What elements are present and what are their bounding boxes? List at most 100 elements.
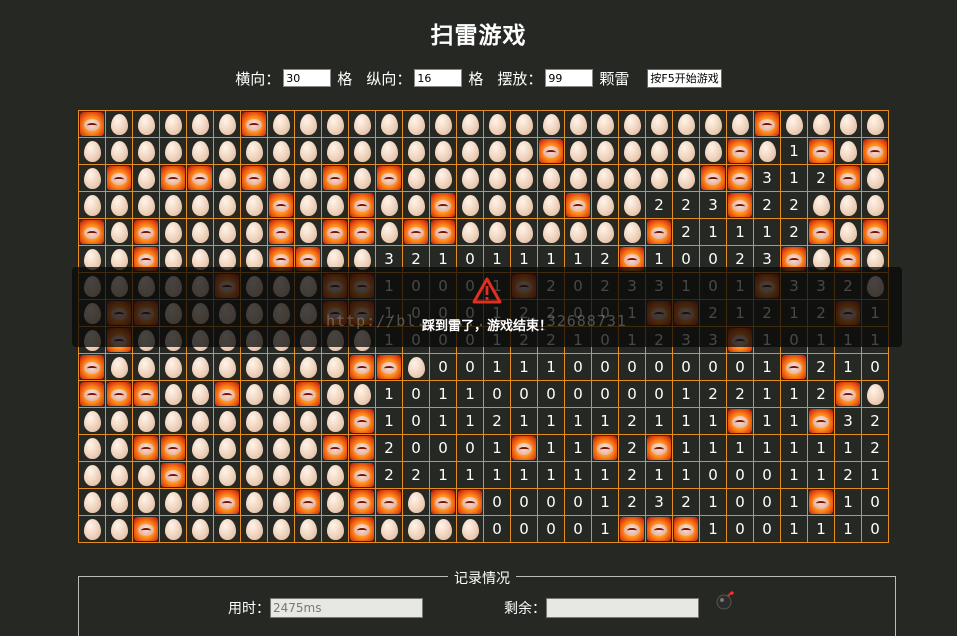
cell-unrevealed[interactable] — [241, 138, 267, 164]
cell-unrevealed[interactable] — [619, 138, 645, 164]
cell-unrevealed[interactable] — [295, 111, 321, 137]
cell-unrevealed[interactable] — [187, 111, 213, 137]
cell-unrevealed[interactable] — [619, 219, 645, 245]
cell-unrevealed[interactable] — [241, 192, 267, 218]
cell-unrevealed[interactable] — [214, 219, 240, 245]
cell-mine[interactable] — [187, 165, 213, 191]
cell-unrevealed[interactable] — [538, 111, 564, 137]
cell-unrevealed[interactable] — [403, 138, 429, 164]
cell-unrevealed[interactable] — [187, 219, 213, 245]
cell-mine[interactable] — [376, 354, 402, 380]
cell-unrevealed[interactable] — [727, 111, 753, 137]
cell-number[interactable]: 2 — [808, 381, 834, 407]
cell-unrevealed[interactable] — [106, 435, 132, 461]
cell-mine[interactable] — [160, 435, 186, 461]
cell-unrevealed[interactable] — [619, 111, 645, 137]
cell-mine[interactable] — [700, 165, 726, 191]
cell-mine[interactable] — [592, 435, 618, 461]
cell-number[interactable]: 0 — [484, 489, 510, 515]
cell-unrevealed[interactable] — [511, 111, 537, 137]
cell-unrevealed[interactable] — [835, 111, 861, 137]
cell-unrevealed[interactable] — [322, 408, 348, 434]
cell-unrevealed[interactable] — [565, 165, 591, 191]
cell-unrevealed[interactable] — [160, 354, 186, 380]
cell-mine[interactable] — [160, 462, 186, 488]
cell-number[interactable]: 1 — [538, 408, 564, 434]
cell-number[interactable]: 0 — [565, 381, 591, 407]
cell-unrevealed[interactable] — [268, 111, 294, 137]
cell-number[interactable]: 0 — [403, 381, 429, 407]
cell-unrevealed[interactable] — [160, 408, 186, 434]
cell-mine[interactable] — [430, 489, 456, 515]
cell-number[interactable]: 0 — [484, 381, 510, 407]
cell-unrevealed[interactable] — [268, 165, 294, 191]
cell-number[interactable]: 1 — [781, 408, 807, 434]
cell-number[interactable]: 0 — [511, 381, 537, 407]
cell-mine[interactable] — [862, 138, 888, 164]
remaining-field[interactable] — [546, 598, 699, 618]
cell-unrevealed[interactable] — [295, 219, 321, 245]
cell-unrevealed[interactable] — [187, 489, 213, 515]
cell-unrevealed[interactable] — [187, 408, 213, 434]
cell-mine[interactable] — [808, 489, 834, 515]
cell-mine[interactable] — [646, 435, 672, 461]
cell-mine[interactable] — [106, 165, 132, 191]
cell-unrevealed[interactable] — [349, 381, 375, 407]
cell-unrevealed[interactable] — [214, 192, 240, 218]
cell-number[interactable]: 1 — [862, 462, 888, 488]
cell-number[interactable]: 1 — [835, 489, 861, 515]
cell-number[interactable]: 2 — [673, 219, 699, 245]
cell-number[interactable]: 3 — [754, 165, 780, 191]
cell-mine[interactable] — [727, 192, 753, 218]
cell-unrevealed[interactable] — [214, 408, 240, 434]
cell-number[interactable]: 0 — [646, 381, 672, 407]
cell-number[interactable]: 1 — [430, 381, 456, 407]
cell-unrevealed[interactable] — [133, 165, 159, 191]
cell-unrevealed[interactable] — [511, 192, 537, 218]
cell-number[interactable]: 0 — [754, 516, 780, 542]
cell-unrevealed[interactable] — [646, 138, 672, 164]
cell-unrevealed[interactable] — [322, 138, 348, 164]
cell-unrevealed[interactable] — [673, 165, 699, 191]
cell-mine[interactable] — [79, 219, 105, 245]
cell-unrevealed[interactable] — [106, 489, 132, 515]
cell-number[interactable]: 0 — [430, 354, 456, 380]
cell-unrevealed[interactable] — [268, 516, 294, 542]
cell-mine[interactable] — [214, 381, 240, 407]
cell-mine[interactable] — [241, 111, 267, 137]
cell-unrevealed[interactable] — [268, 354, 294, 380]
cell-unrevealed[interactable] — [835, 219, 861, 245]
cell-number[interactable]: 2 — [700, 381, 726, 407]
cell-unrevealed[interactable] — [376, 111, 402, 137]
cell-unrevealed[interactable] — [322, 489, 348, 515]
cell-number[interactable]: 2 — [727, 381, 753, 407]
cell-unrevealed[interactable] — [484, 165, 510, 191]
cell-unrevealed[interactable] — [349, 138, 375, 164]
cell-mine[interactable] — [538, 138, 564, 164]
cell-unrevealed[interactable] — [241, 408, 267, 434]
cell-mine[interactable] — [322, 165, 348, 191]
cell-unrevealed[interactable] — [403, 516, 429, 542]
cell-number[interactable]: 1 — [781, 381, 807, 407]
cell-unrevealed[interactable] — [565, 111, 591, 137]
cell-unrevealed[interactable] — [79, 462, 105, 488]
cell-unrevealed[interactable] — [484, 138, 510, 164]
cell-number[interactable]: 1 — [700, 489, 726, 515]
cell-number[interactable]: 0 — [700, 354, 726, 380]
cell-unrevealed[interactable] — [673, 111, 699, 137]
cell-number[interactable]: 2 — [484, 408, 510, 434]
cell-number[interactable]: 1 — [484, 354, 510, 380]
cell-unrevealed[interactable] — [106, 462, 132, 488]
cell-mine[interactable] — [808, 219, 834, 245]
cell-number[interactable]: 1 — [673, 408, 699, 434]
cell-unrevealed[interactable] — [349, 111, 375, 137]
cell-unrevealed[interactable] — [403, 489, 429, 515]
cell-unrevealed[interactable] — [79, 408, 105, 434]
cell-number[interactable]: 0 — [592, 354, 618, 380]
cell-number[interactable]: 1 — [727, 435, 753, 461]
cell-number[interactable]: 2 — [619, 489, 645, 515]
cell-mine[interactable] — [808, 408, 834, 434]
cell-mine[interactable] — [376, 165, 402, 191]
cell-mine[interactable] — [106, 381, 132, 407]
cell-unrevealed[interactable] — [241, 516, 267, 542]
